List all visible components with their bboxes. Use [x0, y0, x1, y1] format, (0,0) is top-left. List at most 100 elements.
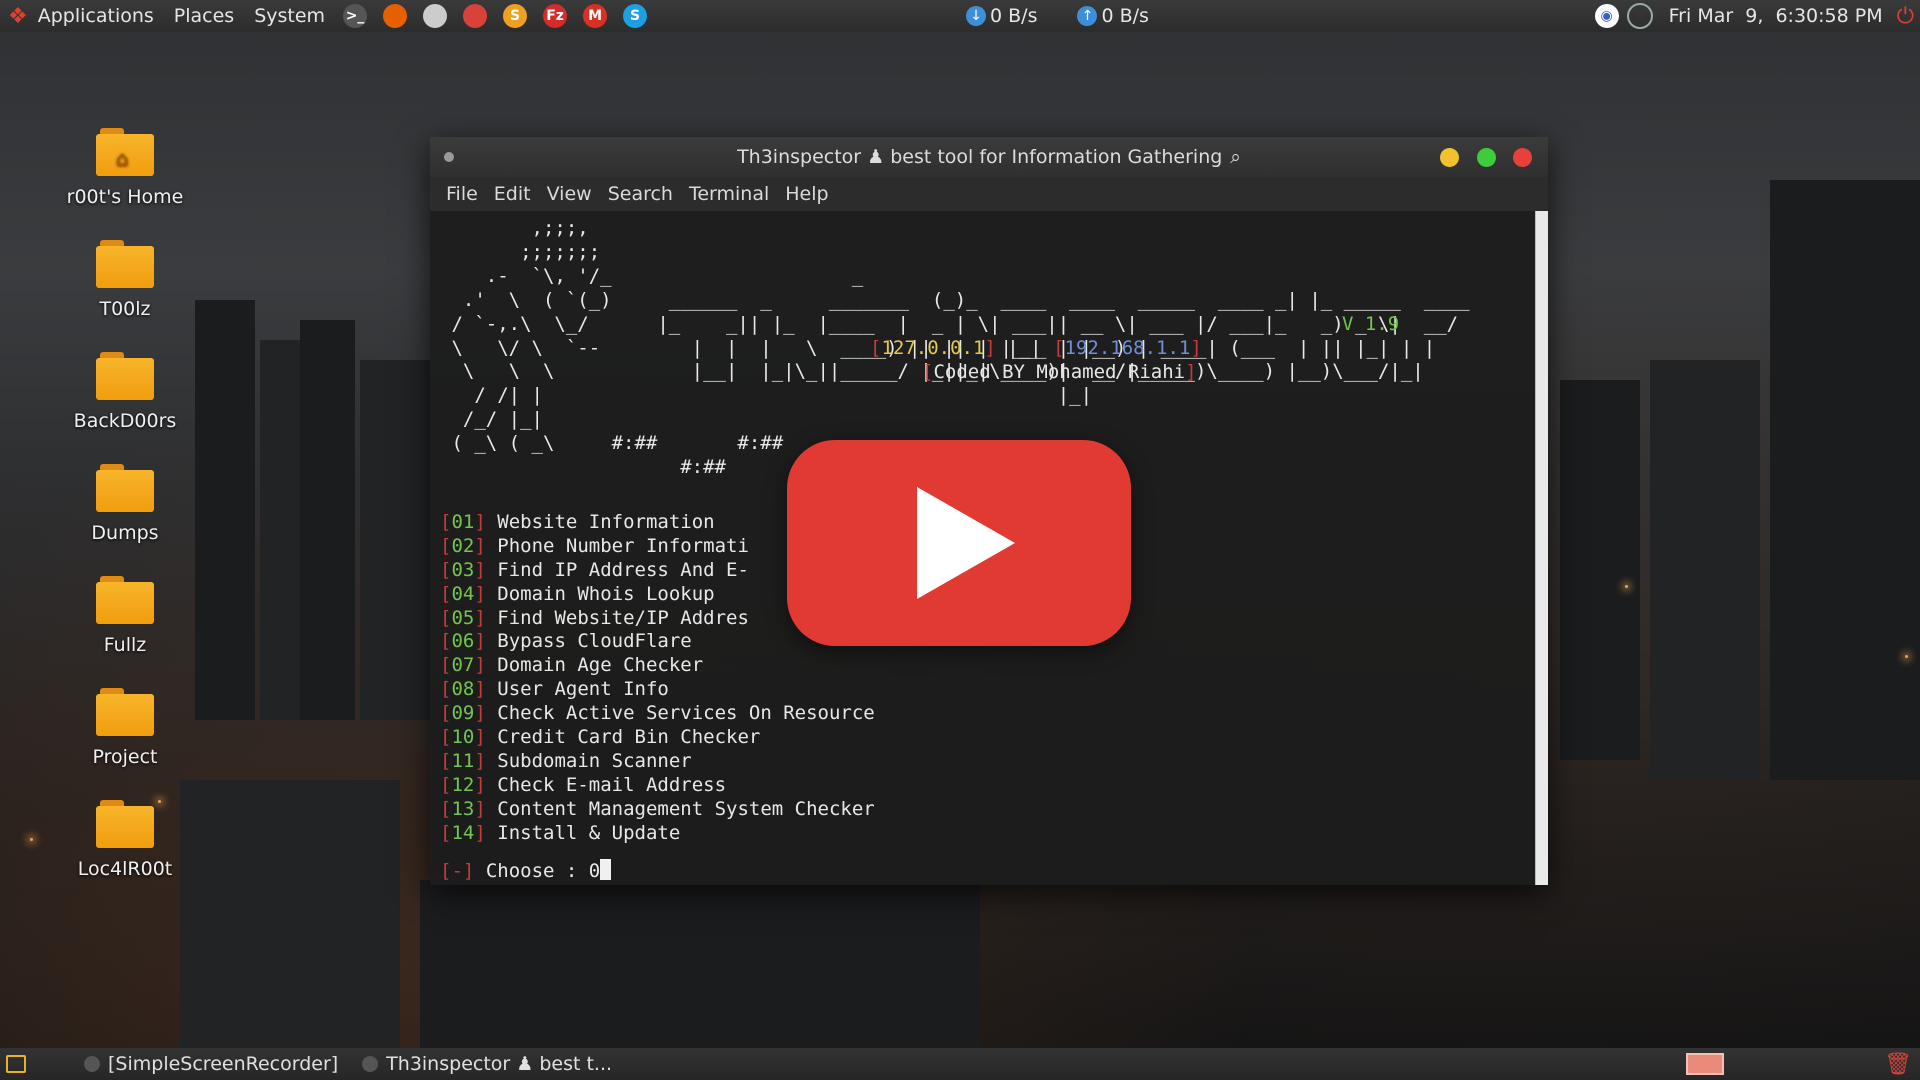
option-number: 07	[451, 654, 475, 677]
terminal-launcher-icon[interactable]: >_	[343, 4, 368, 28]
menu-option: [10] Credit Card Bin Checker	[440, 726, 761, 749]
folder-icon	[96, 464, 154, 512]
applications-menu-icon[interactable]: ❖	[8, 4, 28, 29]
download-speed-value: 0 B/s	[990, 5, 1038, 27]
desktop-folder-label: Dumps	[91, 522, 159, 544]
desktop-folder[interactable]: Loc4lR00t	[60, 800, 190, 880]
option-number: 02	[451, 534, 475, 557]
menu-option: [11] Subdomain Scanner	[440, 749, 692, 772]
window-menu-icon[interactable]	[444, 152, 454, 162]
system-menu[interactable]: System	[244, 5, 335, 27]
desktop-folder[interactable]: ⌂ r00t's Home	[60, 128, 190, 208]
workspace-switcher[interactable]	[1686, 1053, 1725, 1075]
power-icon[interactable]: ⏻	[1897, 4, 1914, 29]
menu-view[interactable]: View	[539, 183, 600, 205]
minimize-button[interactable]	[1440, 148, 1459, 167]
terminal-task-icon	[362, 1056, 379, 1072]
app-launcher-icon[interactable]	[423, 4, 448, 28]
ip-line: [127.0.0.1] |_| [192.168.1.1]	[870, 337, 1202, 359]
skype-launcher-icon[interactable]: S	[623, 4, 648, 28]
search-icon: ⌕	[1230, 146, 1241, 168]
lock-launcher-icon[interactable]	[463, 4, 488, 28]
places-menu[interactable]: Places	[164, 5, 244, 27]
bottom-panel: [SimpleScreenRecorder] Th3inspector ♟ be…	[0, 1048, 1920, 1080]
desktop-folder[interactable]: T00lz	[60, 240, 190, 320]
option-number: 06	[451, 630, 475, 653]
folder-icon	[96, 688, 154, 736]
prompt-input[interactable]: 0	[589, 860, 600, 882]
option-number: 12	[451, 773, 475, 796]
task-label: Th3inspector ♟ best t...	[386, 1053, 613, 1075]
desktop-folder-label: BackD00rs	[73, 410, 177, 432]
menu-file[interactable]: File	[438, 183, 486, 205]
option-number: 04	[451, 582, 475, 605]
desktop-folder[interactable]: Project	[60, 688, 190, 768]
applications-menu[interactable]: Applications	[28, 5, 164, 27]
home-folder-icon: ⌂	[96, 128, 154, 176]
sublime-launcher-icon[interactable]: S	[503, 4, 528, 28]
folder-icon	[96, 800, 154, 848]
top-panel: ❖ Applications Places System >_ S Fz M S ↓ 0…	[0, 0, 1920, 32]
firefox-launcher-icon[interactable]	[383, 4, 408, 28]
terminal-titlebar[interactable]: Th3inspector ♟ best tool for Information…	[430, 137, 1548, 177]
option-number: 13	[451, 797, 475, 820]
menu-help[interactable]: Help	[777, 183, 836, 205]
option-number: 03	[451, 558, 475, 581]
play-icon	[917, 487, 1015, 599]
menu-terminal[interactable]: Terminal	[681, 183, 777, 205]
menu-edit[interactable]: Edit	[486, 183, 539, 205]
option-label: Website Information	[497, 511, 715, 533]
option-number: 08	[451, 678, 475, 701]
folder-icon	[96, 240, 154, 288]
gmail-launcher-icon[interactable]: M	[583, 4, 608, 28]
trash-icon[interactable]: 🗑	[1884, 1052, 1912, 1077]
desktop-folder[interactable]: Dumps	[60, 464, 190, 544]
clock[interactable]: Fri Mar 9, 6:30:58 PM	[1669, 5, 1883, 27]
option-number: 05	[451, 606, 475, 629]
desktop-folder[interactable]: Fullz	[60, 576, 190, 656]
task-label: [SimpleScreenRecorder]	[108, 1053, 339, 1075]
maximize-button[interactable]	[1477, 148, 1496, 167]
option-label: Credit Card Bin Checker	[497, 726, 761, 749]
option-number: 10	[451, 726, 475, 749]
desktop-folder-label: r00t's Home	[66, 186, 184, 208]
version-label: V 1.9	[1342, 313, 1400, 335]
prompt-label: Choose :	[485, 860, 589, 883]
menu-option: [09] Check Active Services On Resource	[440, 702, 875, 725]
desktop-folder[interactable]: BackD00rs	[60, 352, 190, 432]
taskbar-item-terminal[interactable]: Th3inspector ♟ best t...	[350, 1053, 624, 1075]
option-label: Bypass CloudFlare	[497, 630, 692, 653]
option-label: Find IP Address And E-	[497, 558, 749, 581]
launcher-group: >_ S Fz M S	[335, 4, 655, 28]
option-number: 14	[451, 821, 475, 844]
menu-search[interactable]: Search	[600, 183, 681, 205]
terminal-menubar: File Edit View Search Terminal Help	[430, 177, 1548, 211]
desktop-folder-label: Project	[92, 746, 158, 768]
close-button[interactable]	[1513, 148, 1532, 167]
cursor	[600, 859, 612, 881]
menu-option: [14] Install & Update	[440, 821, 681, 844]
option-label: Find Website/IP Addres	[497, 606, 749, 629]
video-play-button[interactable]	[787, 440, 1131, 646]
taskbar-item-screenrecorder[interactable]: [SimpleScreenRecorder]	[72, 1053, 350, 1075]
menu-option: [12] Check E-mail Address	[440, 773, 727, 796]
prompt-marker: -	[451, 860, 463, 883]
show-desktop-icon[interactable]	[6, 1055, 26, 1073]
prompt-line[interactable]: [-] Choose : 0	[440, 859, 1526, 883]
recorder-tray-icon[interactable]	[1626, 3, 1653, 29]
screenshot-tray-icon[interactable]: ◉	[1594, 4, 1619, 28]
option-label: Domain Age Checker	[497, 654, 704, 677]
filezilla-launcher-icon[interactable]: Fz	[543, 4, 568, 28]
option-label: Check Active Services On Resource	[497, 702, 875, 725]
remote-ip: 192.168.1.1	[1064, 337, 1191, 359]
folder-icon	[96, 352, 154, 400]
upload-arrow-icon: ↑	[1077, 6, 1098, 26]
option-label: Install & Update	[497, 821, 681, 844]
option-label: Phone Number Informati	[497, 534, 749, 557]
upload-speed: ↑ 0 B/s	[1077, 5, 1149, 27]
download-speed: ↓ 0 B/s	[966, 5, 1037, 27]
terminal-scrollbar[interactable]	[1535, 211, 1548, 885]
credit-line: [Coded BY Mohamed Riahi]	[922, 361, 1197, 383]
menu-option: [08] User Agent Info	[440, 678, 669, 701]
terminal-title: Th3inspector ♟ best tool for Information…	[737, 146, 1223, 168]
